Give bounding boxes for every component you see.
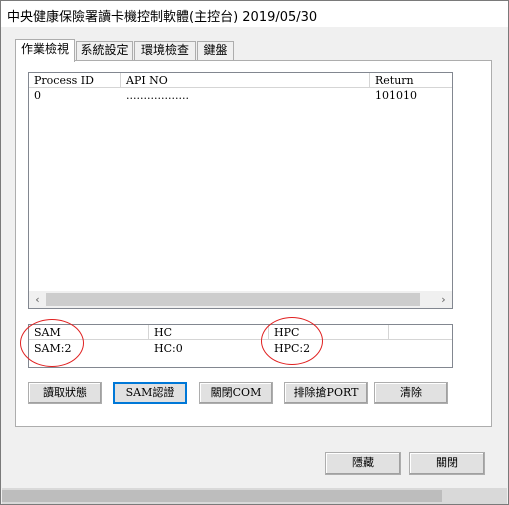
clear-button[interactable]: 清除 bbox=[374, 382, 448, 404]
tab-keyboard[interactable]: 鍵盤 bbox=[197, 41, 234, 60]
title-bar[interactable]: 中央健康保險署讀卡機控制軟體(主控台) 2019/05/30 bbox=[1, 1, 508, 27]
cell-return: 101010 bbox=[375, 89, 417, 102]
column-return[interactable]: Return bbox=[370, 73, 452, 88]
horizontal-scrollbar[interactable]: ‹ › bbox=[29, 291, 452, 308]
column-sam: SAM bbox=[29, 325, 149, 340]
card-status-grid: SAM HC HPC SAM:2 HC:0 HPC:2 bbox=[28, 324, 453, 368]
hc-status-value: HC:0 bbox=[154, 342, 183, 355]
cell-process-id: 0 bbox=[34, 89, 41, 102]
table-row[interactable]: 0 .................. 101010 bbox=[29, 89, 452, 103]
read-status-button[interactable]: 讀取狀態 bbox=[28, 382, 102, 404]
window-title: 中央健康保險署讀卡機控制軟體(主控台) 2019/05/30 bbox=[7, 10, 318, 25]
hpc-status-value: HPC:2 bbox=[274, 342, 311, 355]
close-com-button[interactable]: 關閉COM bbox=[199, 382, 273, 404]
remove-port-button[interactable]: 排除搶PORT bbox=[284, 382, 368, 404]
scrollbar-thumb[interactable] bbox=[46, 293, 420, 306]
process-list-header: Process ID API NO Return bbox=[29, 73, 452, 88]
column-hpc: HPC bbox=[269, 325, 389, 340]
column-empty bbox=[389, 325, 452, 340]
column-process-id[interactable]: Process ID bbox=[29, 73, 121, 88]
sam-status-value: SAM:2 bbox=[34, 342, 72, 355]
bottom-scrollbar[interactable] bbox=[2, 488, 507, 504]
operation-view-panel: Process ID API NO Return 0 .............… bbox=[15, 60, 492, 427]
main-window: 中央健康保險署讀卡機控制軟體(主控台) 2019/05/30 作業檢視 系統設定… bbox=[0, 0, 509, 505]
tab-system-settings[interactable]: 系統設定 bbox=[76, 41, 133, 60]
tab-operation-view[interactable]: 作業檢視 bbox=[15, 39, 75, 62]
tab-environment-check[interactable]: 環境檢查 bbox=[134, 41, 196, 60]
cell-api-no: .................. bbox=[126, 89, 189, 102]
column-hc: HC bbox=[149, 325, 269, 340]
scroll-right-icon[interactable]: › bbox=[435, 291, 452, 308]
process-list[interactable]: Process ID API NO Return 0 .............… bbox=[28, 72, 453, 309]
sam-auth-button[interactable]: SAM認證 bbox=[113, 382, 187, 404]
bottom-scrollbar-thumb[interactable] bbox=[2, 490, 442, 502]
column-api-no[interactable]: API NO bbox=[121, 73, 370, 88]
close-button[interactable]: 關閉 bbox=[409, 452, 485, 475]
scroll-left-icon[interactable]: ‹ bbox=[29, 291, 46, 308]
status-grid-header: SAM HC HPC bbox=[29, 325, 452, 340]
hide-button[interactable]: 隱藏 bbox=[325, 452, 401, 475]
